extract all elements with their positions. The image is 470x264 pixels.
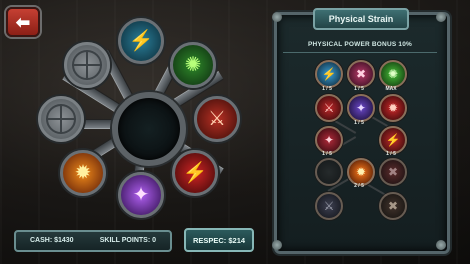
skill-icon: ✦: [323, 133, 335, 147]
skill-rank: 1 / 5: [354, 86, 364, 92]
green-blast-icon: ✺: [184, 54, 202, 76]
ice-slash-icon: ⚡: [128, 30, 154, 52]
skill-icon: ✦: [355, 101, 367, 115]
respec-button[interactable]: RESPEC: $214: [184, 228, 254, 252]
panel-bolt: [436, 240, 446, 250]
skill-node-flame-burst[interactable]: ✹: [60, 150, 106, 196]
flame-burst-icon: ✹: [74, 162, 92, 184]
skill-hub: [112, 92, 186, 166]
skill-slot[interactable]: ✖: [379, 158, 407, 186]
skill-icon: ✖: [387, 199, 399, 213]
skill-slot[interactable]: ⚡: [379, 126, 407, 154]
skill-slot[interactable]: ✦: [347, 94, 375, 122]
crosshair-icon: [72, 50, 102, 80]
panel-subtitle: PHYSICAL POWER BONUS 10%: [307, 41, 412, 48]
skill-rank: 1 / 5: [322, 86, 332, 92]
skill-slot[interactable]: ✹: [379, 94, 407, 122]
skill-icon: ⚔: [323, 101, 335, 115]
skill-rank: MAX: [385, 86, 397, 92]
skill-rank: 1 / 5: [386, 151, 396, 157]
skill-node-ice-slash[interactable]: ⚡: [118, 18, 164, 64]
skill-slot[interactable]: ✖: [347, 60, 375, 88]
skill-slot[interactable]: ✹: [347, 158, 375, 186]
skill-rank: 1 / 5: [354, 120, 364, 126]
skill-icon: ✖: [355, 67, 367, 81]
skill-icon: ✺: [387, 67, 399, 81]
crimson-rend-icon: ⚡: [182, 162, 208, 184]
skill-tree-panel: [274, 12, 450, 254]
skill-rank: 1 / 5: [322, 151, 332, 157]
skill-node-green-blast[interactable]: ✺: [170, 42, 216, 88]
panel-bolt: [272, 12, 282, 22]
skill-slot[interactable]: ⚔: [315, 192, 343, 220]
skill-wheel: ⚡ ✺ ⚔ ✹ ✦ ⚡: [36, 14, 266, 224]
crosshair-icon: [46, 104, 76, 134]
skill-node-crimson-rend[interactable]: ⚡: [172, 150, 218, 196]
panel-bolt: [272, 240, 282, 250]
resource-bar: CASH: $1430 SKILL POINTS: 0: [14, 230, 172, 252]
divider: [283, 52, 437, 53]
panel-title: Physical Strain: [313, 8, 409, 30]
skill-slot[interactable]: ✦: [315, 126, 343, 154]
skill-icon: ✹: [387, 101, 399, 115]
skill-slot[interactable]: ⚔: [315, 94, 343, 122]
purple-nova-icon: ✦: [132, 184, 150, 206]
skill-icon: ⚡: [385, 133, 401, 147]
locked-slot-top-left[interactable]: [64, 42, 110, 88]
left-arrow-icon: ⬅: [15, 12, 31, 32]
skill-icon: ⚡: [321, 67, 337, 81]
skill-slot[interactable]: ⚡: [315, 60, 343, 88]
skill-icon: ⚔: [323, 199, 335, 213]
skill-slot[interactable]: ✺: [379, 60, 407, 88]
skill-slot[interactable]: [315, 158, 343, 186]
back-button[interactable]: ⬅: [6, 7, 40, 37]
fire-strike-icon: ⚔: [208, 108, 226, 130]
skill-slot[interactable]: ✖: [379, 192, 407, 220]
skill-icon: ✹: [355, 165, 367, 179]
skill-rank: 2 / 5: [354, 183, 364, 189]
panel-bolt: [436, 12, 446, 22]
locked-slot-left[interactable]: [38, 96, 84, 142]
cash-label: CASH: $1430: [30, 237, 74, 244]
skill-points-label: SKILL POINTS: 0: [99, 237, 156, 244]
skill-icon: ✖: [387, 165, 399, 179]
skill-node-purple-nova[interactable]: ✦: [118, 172, 164, 218]
skill-node-fire-strike[interactable]: ⚔: [194, 96, 240, 142]
